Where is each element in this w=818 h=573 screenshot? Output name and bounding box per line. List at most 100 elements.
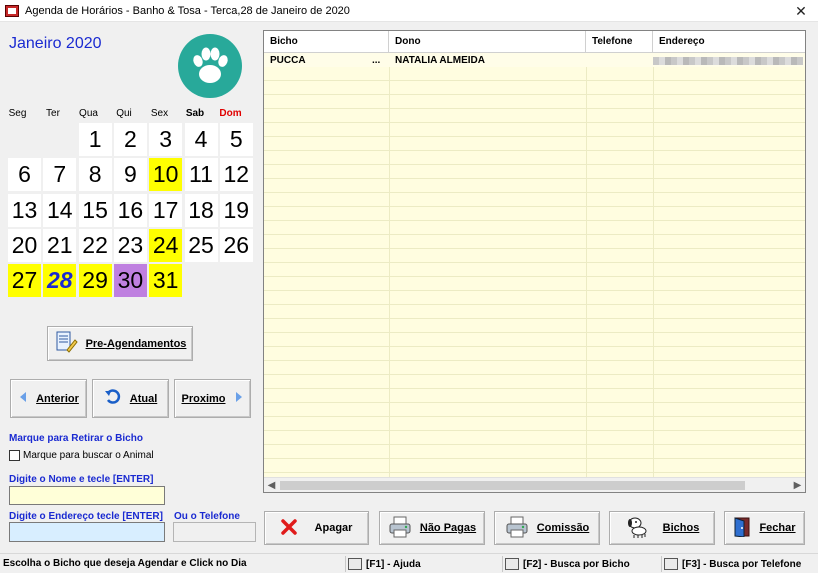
status-f2-label: [F2] - Busca por Bicho <box>523 558 630 570</box>
calendar-grid: 1 2 3 4 5 6 7 8 9 10 11 12 13 14 15 16 17 18 19 20 21 22 23 24 2… <box>8 123 256 298</box>
atual-label: Atual <box>129 392 158 405</box>
apagar-button[interactable]: Apagar <box>264 511 369 545</box>
scroll-right-icon[interactable]: ▶ <box>790 478 805 492</box>
nome-label: Digite o Nome e tecle [ENTER] <box>9 474 154 485</box>
calendar-day[interactable]: 3 <box>149 123 183 156</box>
arrow-right-icon <box>234 391 244 406</box>
proximo-label: Proximo <box>181 392 226 405</box>
calendar-day[interactable]: 27 <box>8 264 41 298</box>
calendar-day[interactable]: 19 <box>219 193 253 227</box>
calendar-day[interactable]: 14 <box>43 193 77 227</box>
calendar-day[interactable]: 13 <box>8 193 41 227</box>
calendar-day[interactable]: 5 <box>219 123 253 156</box>
nao-pagas-button[interactable]: Não Pagas <box>379 511 485 545</box>
day-header-qua: Qua <box>79 108 98 119</box>
fechar-label: Fechar <box>759 522 796 534</box>
binoculars-icon <box>505 558 519 570</box>
calendar-day[interactable]: 23 <box>113 228 147 262</box>
close-button[interactable]: ✕ <box>784 0 818 22</box>
endereco-input[interactable] <box>9 522 165 542</box>
column-header-bicho[interactable]: Bicho <box>264 31 389 53</box>
calendar-day[interactable]: 26 <box>219 228 253 262</box>
nome-input[interactable] <box>9 486 165 505</box>
calendar-day[interactable]: 12 <box>219 158 253 192</box>
atual-button[interactable]: Atual <box>92 379 169 418</box>
day-header-seg: Seg <box>8 108 27 119</box>
calendar-day[interactable]: 1 <box>78 123 112 156</box>
day-header-dom: Dom <box>219 108 242 119</box>
proximo-button[interactable]: Proximo <box>174 379 251 418</box>
calendar-day[interactable]: 2 <box>113 123 147 156</box>
calendar-day[interactable]: 7 <box>43 158 77 192</box>
calendar-day[interactable]: 30 <box>113 264 147 298</box>
calendar-day[interactable]: 4 <box>184 123 218 156</box>
calendar-day[interactable]: 22 <box>78 228 112 262</box>
day-header-sex: Sex <box>150 108 169 119</box>
calendar-day[interactable]: 16 <box>113 193 147 227</box>
calendar-day[interactable]: 9 <box>113 158 147 192</box>
calendar-day[interactable]: 8 <box>78 158 112 192</box>
status-f1-label: [F1] - Ajuda <box>366 558 421 570</box>
status-f3-search[interactable]: [F3] - Busca por Telefone <box>664 558 801 570</box>
month-label: Janeiro 2020 <box>9 35 102 52</box>
grid-header: Bicho Dono Telefone Endereço <box>264 31 805 53</box>
column-divider <box>586 53 587 478</box>
calendar-day[interactable]: 18 <box>184 193 218 227</box>
delete-x-icon <box>280 518 297 538</box>
status-f2-search[interactable]: [F2] - Busca por Bicho <box>505 558 630 570</box>
calendar-day[interactable]: 21 <box>43 228 77 262</box>
column-divider <box>653 53 654 478</box>
pre-agendamentos-label: Pre-Agendamentos <box>85 337 187 350</box>
calendar-day[interactable]: 6 <box>8 158 41 192</box>
status-separator <box>661 556 662 572</box>
status-separator <box>502 556 503 572</box>
undo-icon <box>104 389 122 408</box>
buscar-animal-row[interactable]: Marque para buscar o Animal <box>9 450 154 461</box>
dog-icon <box>625 515 649 542</box>
calendar-day[interactable]: 17 <box>149 193 183 227</box>
calendar-day[interactable]: 24 <box>149 228 183 262</box>
bichos-button[interactable]: Bichos <box>609 511 715 545</box>
calendar-day[interactable]: 20 <box>8 228 41 262</box>
keyboard-key-icon <box>348 558 362 570</box>
calendar-day[interactable]: 25 <box>184 228 218 262</box>
title-bar: Agenda de Horários - Banho & Tosa - Terc… <box>0 0 818 22</box>
telefone-label: Ou o Telefone <box>174 511 240 522</box>
paw-logo-icon <box>178 34 242 98</box>
comissao-button[interactable]: Comissão <box>494 511 600 545</box>
apagar-label: Apagar <box>314 522 353 534</box>
notepad-icon <box>54 330 78 357</box>
cell-endereco-redacted <box>653 57 803 65</box>
buscar-animal-label: Marque para buscar o Animal <box>23 450 154 461</box>
status-separator <box>345 556 346 572</box>
horizontal-scrollbar[interactable]: ◀ ▶ <box>264 477 805 492</box>
day-header-qui: Qui <box>116 108 132 119</box>
comissao-label: Comissão <box>536 522 590 534</box>
calendar-day[interactable]: 28 <box>43 264 77 298</box>
nao-pagas-label: Não Pagas <box>419 522 477 534</box>
buscar-animal-checkbox[interactable] <box>9 450 20 461</box>
calendar-day[interactable]: 31 <box>149 264 183 298</box>
calendar-day[interactable]: 11 <box>184 158 218 192</box>
retirar-bicho-label: Marque para Retirar o Bicho <box>9 433 143 444</box>
fechar-button[interactable]: Fechar <box>724 511 805 545</box>
scroll-left-icon[interactable]: ◀ <box>264 478 279 492</box>
scroll-thumb[interactable] <box>280 481 745 490</box>
pre-agendamentos-button[interactable]: Pre-Agendamentos <box>47 326 193 361</box>
calendar-day[interactable]: 10 <box>149 158 183 192</box>
arrow-left-icon <box>18 391 28 406</box>
column-header-dono[interactable]: Dono <box>389 31 586 53</box>
cell-marker: ... <box>372 55 381 66</box>
cell-bicho[interactable]: PUCCA <box>264 54 389 67</box>
agenda-grid[interactable]: Bicho Dono Telefone Endereço PUCCA ... N… <box>263 30 806 493</box>
status-f1-help[interactable]: [F1] - Ajuda <box>348 558 421 570</box>
cell-telefone[interactable] <box>586 54 653 67</box>
column-header-telefone[interactable]: Telefone <box>586 31 653 53</box>
anterior-button[interactable]: Anterior <box>10 379 87 418</box>
cell-dono[interactable]: NATALIA ALMEIDA <box>389 54 586 67</box>
telefone-input[interactable] <box>173 522 256 542</box>
calendar-day[interactable]: 29 <box>78 264 112 298</box>
status-bar: Escolha o Bicho que deseja Agendar e Cli… <box>0 553 818 573</box>
column-header-endereco[interactable]: Endereço <box>653 31 805 53</box>
calendar-day[interactable]: 15 <box>78 193 112 227</box>
